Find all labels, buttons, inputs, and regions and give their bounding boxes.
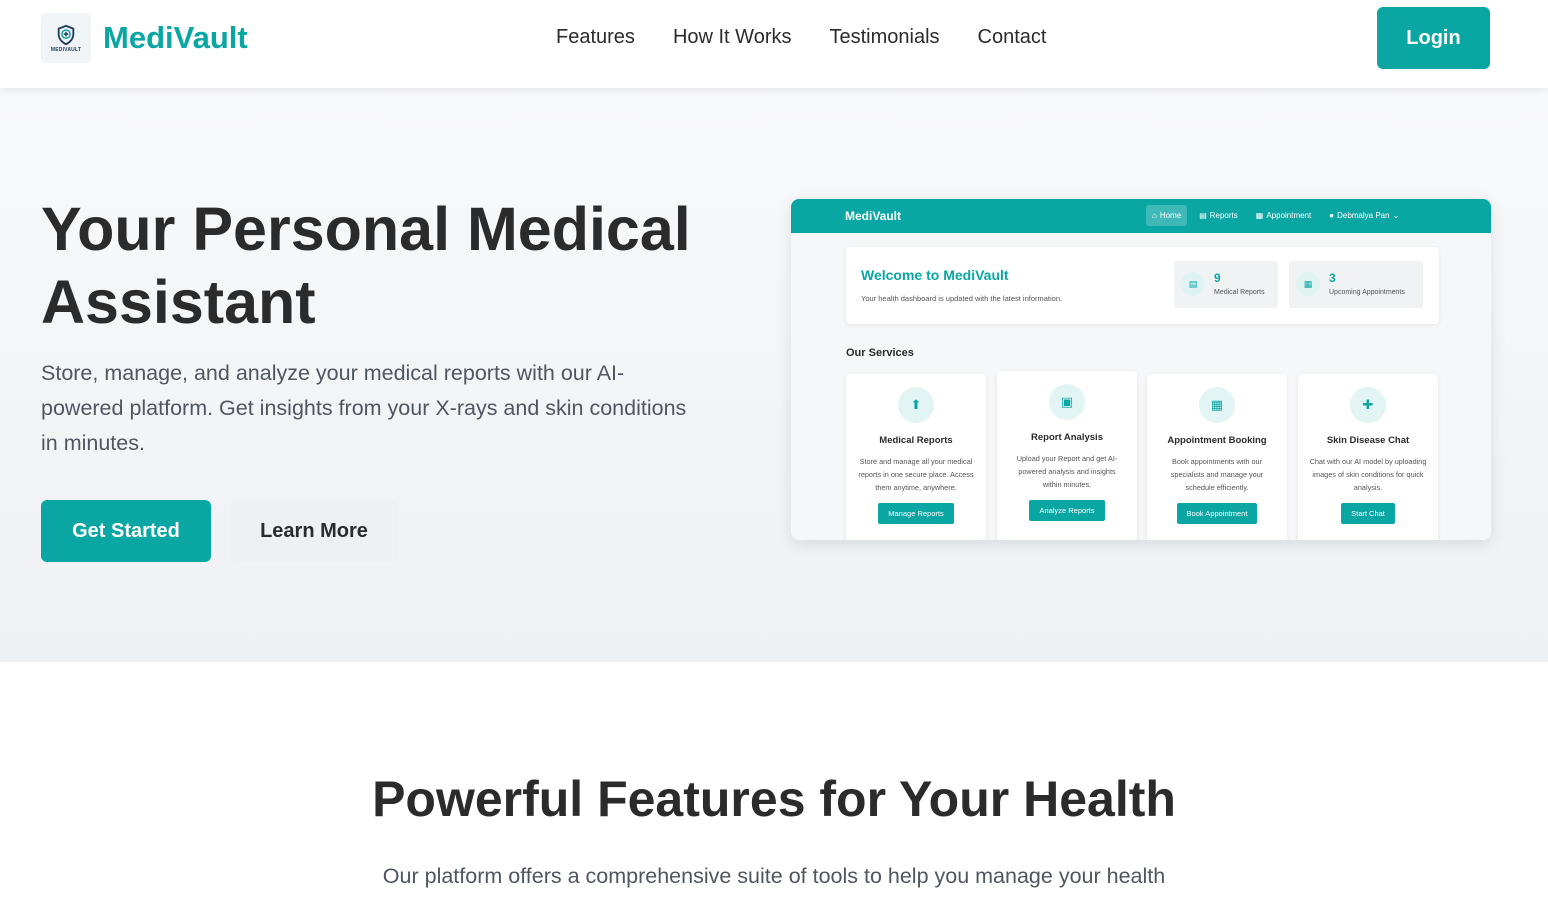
start-chat-button: Start Chat — [1341, 503, 1395, 524]
preview-nav-user: ● Debmalya Pan ⌄ — [1323, 205, 1405, 226]
calendar-icon: ▦ — [1255, 211, 1264, 220]
nav-link-testimonials[interactable]: Testimonials — [829, 26, 939, 49]
preview-stat-appointments: ▦ 3 Upcoming Appointments — [1289, 261, 1423, 308]
preview-welcome-card: Welcome to MediVault Your health dashboa… — [846, 247, 1439, 324]
analyze-reports-button: Analyze Reports — [1029, 500, 1105, 521]
nav-links: Features How It Works Testimonials Conta… — [556, 26, 1046, 49]
file-icon: ▤ — [1181, 272, 1205, 296]
preview-service-desc: Chat with our AI model by uploading imag… — [1309, 457, 1427, 492]
preview-nav-reports: ▤ Reports — [1193, 205, 1244, 226]
preview-service-card: ▣ Report Analysis Upload your Report and… — [997, 371, 1137, 540]
features-title: Powerful Features for Your Health — [372, 771, 1176, 827]
analysis-icon: ▣ — [1049, 384, 1085, 420]
dashboard-preview: MediVault ⌂ Home ▤ Reports ▦ Appointment… — [791, 199, 1491, 540]
preview-nav-links: ⌂ Home ▤ Reports ▦ Appointment ● Debmaly… — [1146, 205, 1405, 226]
top-navbar: MEDIVAULT MediVault Features How It Work… — [0, 0, 1548, 88]
preview-nav-home: ⌂ Home — [1146, 205, 1188, 226]
preview-service-title: Skin Disease Chat — [1326, 435, 1410, 446]
file-icon: ▤ — [1199, 211, 1207, 220]
upload-file-icon: ⬆ — [898, 387, 934, 423]
hero-subtitle: Store, manage, and analyze your medical … — [41, 361, 687, 455]
home-icon: ⌂ — [1152, 211, 1157, 220]
logo: MEDIVAULT — [41, 13, 91, 63]
preview-welcome-title: Welcome to MediVault — [861, 267, 1009, 283]
hero-title: Your Personal Medical Assistant — [41, 195, 691, 336]
preview-service-desc: Book appointments with our specialists a… — [1170, 457, 1264, 492]
chevron-down-icon: ⌄ — [1392, 211, 1400, 220]
preview-stat-value: 3 — [1329, 271, 1336, 285]
preview-stat-label: Medical Reports — [1214, 289, 1265, 296]
brand-name: MediVault — [103, 20, 248, 55]
preview-nav-label: Reports — [1209, 211, 1238, 220]
nav-link-how-it-works[interactable]: How It Works — [673, 26, 792, 49]
preview-service-title: Medical Reports — [879, 435, 953, 446]
preview-welcome-subtitle: Your health dashboard is updated with th… — [861, 294, 1063, 303]
preview-stat-label: Upcoming Appointments — [1329, 289, 1405, 296]
calendar-icon: ▦ — [1296, 272, 1320, 296]
manage-reports-button: Manage Reports — [878, 503, 954, 524]
preview-service-desc: Store and manage all your medical report… — [858, 457, 974, 492]
preview-nav-label: Home — [1159, 211, 1182, 220]
nav-link-features[interactable]: Features — [556, 26, 635, 49]
get-started-button[interactable]: Get Started — [41, 500, 211, 562]
logo-text: MEDIVAULT — [50, 46, 82, 53]
preview-service-card: ▦ Appointment Booking Book appointments … — [1147, 374, 1287, 540]
book-appointment-button: Book Appointment — [1176, 503, 1258, 524]
preview-brand: MediVault — [845, 209, 902, 223]
chat-icon: ✚ — [1350, 387, 1386, 423]
preview-nav-label: Appointment — [1266, 211, 1312, 220]
preview-services-title: Our Services — [846, 347, 914, 359]
preview-nav-label: Debmalya Pan — [1337, 211, 1390, 220]
preview-service-card: ⬆ Medical Reports Store and manage all y… — [846, 374, 986, 540]
preview-nav-appointment: ▦ Appointment — [1250, 205, 1317, 226]
user-icon: ● — [1329, 211, 1335, 220]
preview-stat-value: 9 — [1214, 271, 1221, 285]
brand[interactable]: MEDIVAULT MediVault — [41, 13, 248, 63]
preview-service-desc: Upload your Report and get AI-powered an… — [1016, 454, 1118, 489]
shield-plus-icon — [57, 24, 75, 45]
features-subtitle: Our platform offers a comprehensive suit… — [382, 864, 1166, 888]
nav-link-contact[interactable]: Contact — [978, 26, 1047, 49]
preview-service-title: Appointment Booking — [1167, 435, 1267, 446]
login-button[interactable]: Login — [1377, 7, 1490, 69]
preview-service-title: Report Analysis — [1031, 432, 1103, 443]
preview-navbar: MediVault ⌂ Home ▤ Reports ▦ Appointment… — [791, 199, 1491, 233]
hero-section: Your Personal Medical Assistant Store, m… — [0, 88, 1548, 662]
calendar-icon: ▦ — [1199, 387, 1235, 423]
preview-stat-reports: ▤ 9 Medical Reports — [1174, 261, 1278, 308]
preview-service-card: ✚ Skin Disease Chat Chat with our AI mod… — [1298, 374, 1438, 540]
learn-more-button[interactable]: Learn More — [230, 500, 398, 562]
